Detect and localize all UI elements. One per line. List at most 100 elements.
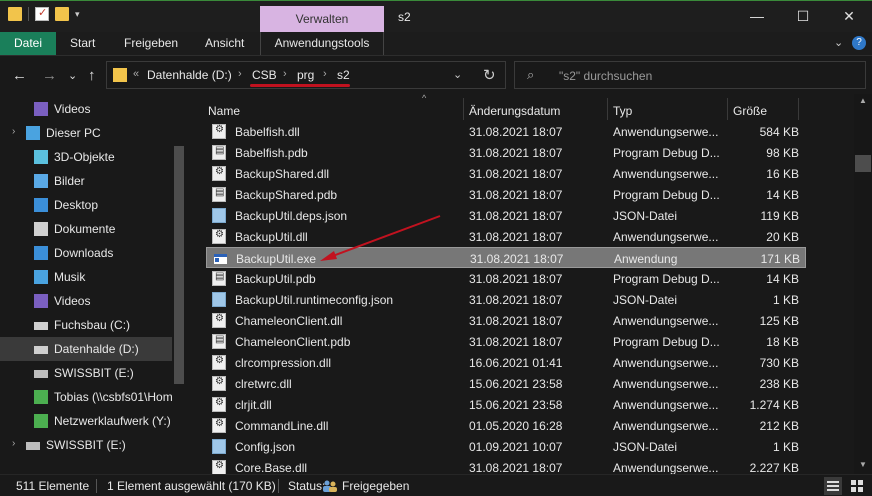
sidebar-item[interactable]: Datenhalde (D:) bbox=[0, 337, 172, 361]
file-row[interactable]: BackupUtil.deps.json 31.08.2021 18:07 JSON… bbox=[206, 205, 806, 226]
sidebar-item[interactable]: SWISSBIT (E:) bbox=[0, 361, 172, 385]
scroll-up-icon[interactable]: ▲ bbox=[859, 96, 867, 105]
new-folder-icon[interactable] bbox=[55, 7, 69, 21]
help-icon[interactable]: ? bbox=[852, 36, 866, 50]
column-header-name[interactable]: Name bbox=[208, 104, 240, 118]
sidebar-item[interactable]: Videos bbox=[0, 289, 172, 313]
tab-anwendungstools[interactable]: Anwendungstools bbox=[260, 32, 384, 55]
file-row[interactable]: Babelfish.dll 31.08.2021 18:07 Anwendungse… bbox=[206, 121, 806, 142]
back-icon[interactable]: ← bbox=[12, 67, 27, 84]
navigation-pane-scrollbar[interactable] bbox=[172, 130, 184, 474]
sidebar-item[interactable]: Netzwerklaufwerk (Y:) bbox=[0, 409, 172, 433]
tab-start[interactable]: Start bbox=[70, 32, 95, 55]
sidebar-item[interactable]: Desktop bbox=[0, 193, 172, 217]
context-tab-group-label[interactable]: Verwalten bbox=[260, 6, 384, 33]
properties-icon[interactable] bbox=[35, 6, 49, 21]
ribbon-expand-icon[interactable]: ⌄ bbox=[834, 36, 843, 49]
breadcrumb-csb[interactable]: CSB bbox=[252, 68, 277, 82]
file-row[interactable]: clrcompression.dll 16.06.2021 01:41 Anwend… bbox=[206, 352, 806, 373]
maximize-button[interactable]: ☐ bbox=[780, 1, 826, 32]
file-row[interactable]: BackupShared.pdb 31.08.2021 18:07 Program … bbox=[206, 184, 806, 205]
drive-icon bbox=[34, 346, 48, 354]
folder-icon[interactable] bbox=[8, 7, 22, 21]
close-button[interactable]: ✕ bbox=[826, 1, 872, 32]
file-row[interactable]: Babelfish.pdb 31.08.2021 18:07 Program Deb… bbox=[206, 142, 806, 163]
column-divider[interactable] bbox=[798, 98, 799, 120]
minimize-button[interactable]: — bbox=[734, 1, 780, 32]
breadcrumb-datenhalde[interactable]: Datenhalde (D:) bbox=[147, 68, 232, 82]
navigation-pane-scroll-thumb[interactable] bbox=[174, 146, 184, 384]
details-view-icon[interactable] bbox=[824, 477, 842, 495]
file-row[interactable]: BackupUtil.runtimeconfig.json 31.08.2021 … bbox=[206, 289, 806, 310]
qat-customize-icon[interactable]: ▾ bbox=[75, 9, 80, 20]
file-row[interactable]: Config.json 01.09.2021 10:07 JSON-Datei 1 K… bbox=[206, 436, 806, 457]
breadcrumb-s2[interactable]: s2 bbox=[337, 68, 350, 82]
file-name: BackupUtil.runtimeconfig.json bbox=[235, 293, 394, 307]
file-name: clretwrc.dll bbox=[235, 377, 292, 391]
file-row[interactable]: clretwrc.dll 15.06.2021 23:58 Anwendungser… bbox=[206, 373, 806, 394]
column-header-row: ^ Name Änderungsdatum Typ Größe bbox=[200, 94, 854, 124]
ribbon-tab-bar: Datei Start Freigeben Ansicht Anwendungs… bbox=[0, 32, 872, 56]
music-icon bbox=[34, 270, 48, 284]
large-icons-view-icon[interactable] bbox=[848, 477, 866, 495]
column-divider[interactable] bbox=[463, 98, 464, 120]
file-row[interactable]: BackupUtil.pdb 31.08.2021 18:07 Program De… bbox=[206, 268, 806, 289]
file-date: 01.05.2020 16:28 bbox=[469, 419, 563, 433]
forward-icon[interactable]: → bbox=[42, 67, 57, 84]
breadcrumb-separator[interactable]: › bbox=[238, 68, 242, 80]
tab-datei[interactable]: Datei bbox=[0, 32, 57, 55]
status-bar: 511 Elemente 1 Element ausgewählt (170 K… bbox=[0, 474, 872, 496]
file-row[interactable]: ChameleonClient.dll 31.08.2021 18:07 Anwen… bbox=[206, 310, 806, 331]
sidebar-item[interactable]: › Dieser PC bbox=[0, 121, 172, 145]
expand-chevron-icon[interactable]: › bbox=[12, 126, 15, 137]
file-list-scrollbar[interactable]: ▲ ▼ bbox=[854, 94, 872, 474]
up-icon[interactable]: ↑ bbox=[88, 67, 96, 84]
sidebar-item[interactable]: Fuchsbau (C:) bbox=[0, 313, 172, 337]
column-header-type[interactable]: Typ bbox=[613, 104, 632, 118]
expand-chevron-icon[interactable]: › bbox=[12, 438, 15, 449]
recent-locations-icon[interactable]: ⌄ bbox=[68, 69, 77, 82]
file-row[interactable]: BackupUtil.exe 31.08.2021 18:07 Anwendung 1… bbox=[206, 247, 806, 268]
search-placeholder[interactable]: "s2" durchsuchen bbox=[559, 69, 652, 83]
sidebar-item[interactable]: Tobias (\\csbfs01\Hom bbox=[0, 385, 173, 409]
file-size: 98 KB bbox=[766, 146, 799, 160]
file-size: 1.274 KB bbox=[749, 398, 799, 412]
file-row[interactable]: BackupShared.dll 31.08.2021 18:07 Anwendun… bbox=[206, 163, 806, 184]
breadcrumb-prg[interactable]: prg bbox=[297, 68, 314, 82]
file-row[interactable]: Core.Base.dll 31.08.2021 18:07 Anwendungse… bbox=[206, 457, 806, 474]
sidebar-item[interactable]: Bilder bbox=[0, 169, 172, 193]
file-name: ChameleonClient.dll bbox=[235, 314, 343, 328]
sidebar-item-label: Dokumente bbox=[54, 222, 116, 236]
dll-file-icon bbox=[212, 397, 226, 412]
file-type: Program Debug D... bbox=[613, 146, 720, 160]
sidebar-item-label: Videos bbox=[54, 102, 91, 116]
file-list-scroll-thumb[interactable] bbox=[855, 155, 871, 172]
file-row[interactable]: CommandLine.dll 01.05.2020 16:28 Anwendung… bbox=[206, 415, 806, 436]
sidebar-item[interactable]: Musik bbox=[0, 265, 172, 289]
breadcrumb-separator[interactable]: › bbox=[283, 68, 287, 80]
scroll-down-icon[interactable]: ▼ bbox=[859, 460, 867, 469]
column-divider[interactable] bbox=[607, 98, 608, 120]
file-row[interactable]: clrjit.dll 15.06.2021 23:58 Anwendungserwe… bbox=[206, 394, 806, 415]
sidebar-item[interactable]: › SWISSBIT (E:) bbox=[0, 433, 172, 457]
sidebar-item[interactable]: Dokumente bbox=[0, 217, 172, 241]
file-type: Anwendung bbox=[614, 252, 678, 266]
column-header-date[interactable]: Änderungsdatum bbox=[469, 104, 560, 118]
sidebar-item[interactable]: 3D-Objekte bbox=[0, 145, 172, 169]
tab-ansicht[interactable]: Ansicht bbox=[205, 32, 244, 55]
column-header-size[interactable]: Größe bbox=[733, 104, 767, 118]
column-divider[interactable] bbox=[727, 98, 728, 120]
sidebar-item[interactable]: Videos bbox=[0, 97, 172, 121]
status-separator bbox=[96, 479, 97, 493]
address-dropdown-icon[interactable]: ⌄ bbox=[453, 68, 462, 81]
tab-freigeben[interactable]: Freigeben bbox=[124, 32, 178, 55]
status-separator bbox=[278, 479, 279, 493]
breadcrumb-separator[interactable]: › bbox=[323, 68, 327, 80]
dll-file-icon bbox=[212, 166, 226, 181]
file-row[interactable]: BackupUtil.dll 31.08.2021 18:07 Anwendungs… bbox=[206, 226, 806, 247]
search-box[interactable]: ⌕ "s2" durchsuchen bbox=[514, 61, 866, 89]
file-row[interactable]: ChameleonClient.pdb 31.08.2021 18:07 Progr… bbox=[206, 331, 806, 352]
refresh-icon[interactable]: ↻ bbox=[483, 66, 496, 84]
breadcrumb-overflow-icon[interactable]: « bbox=[133, 68, 139, 80]
sidebar-item[interactable]: Downloads bbox=[0, 241, 172, 265]
